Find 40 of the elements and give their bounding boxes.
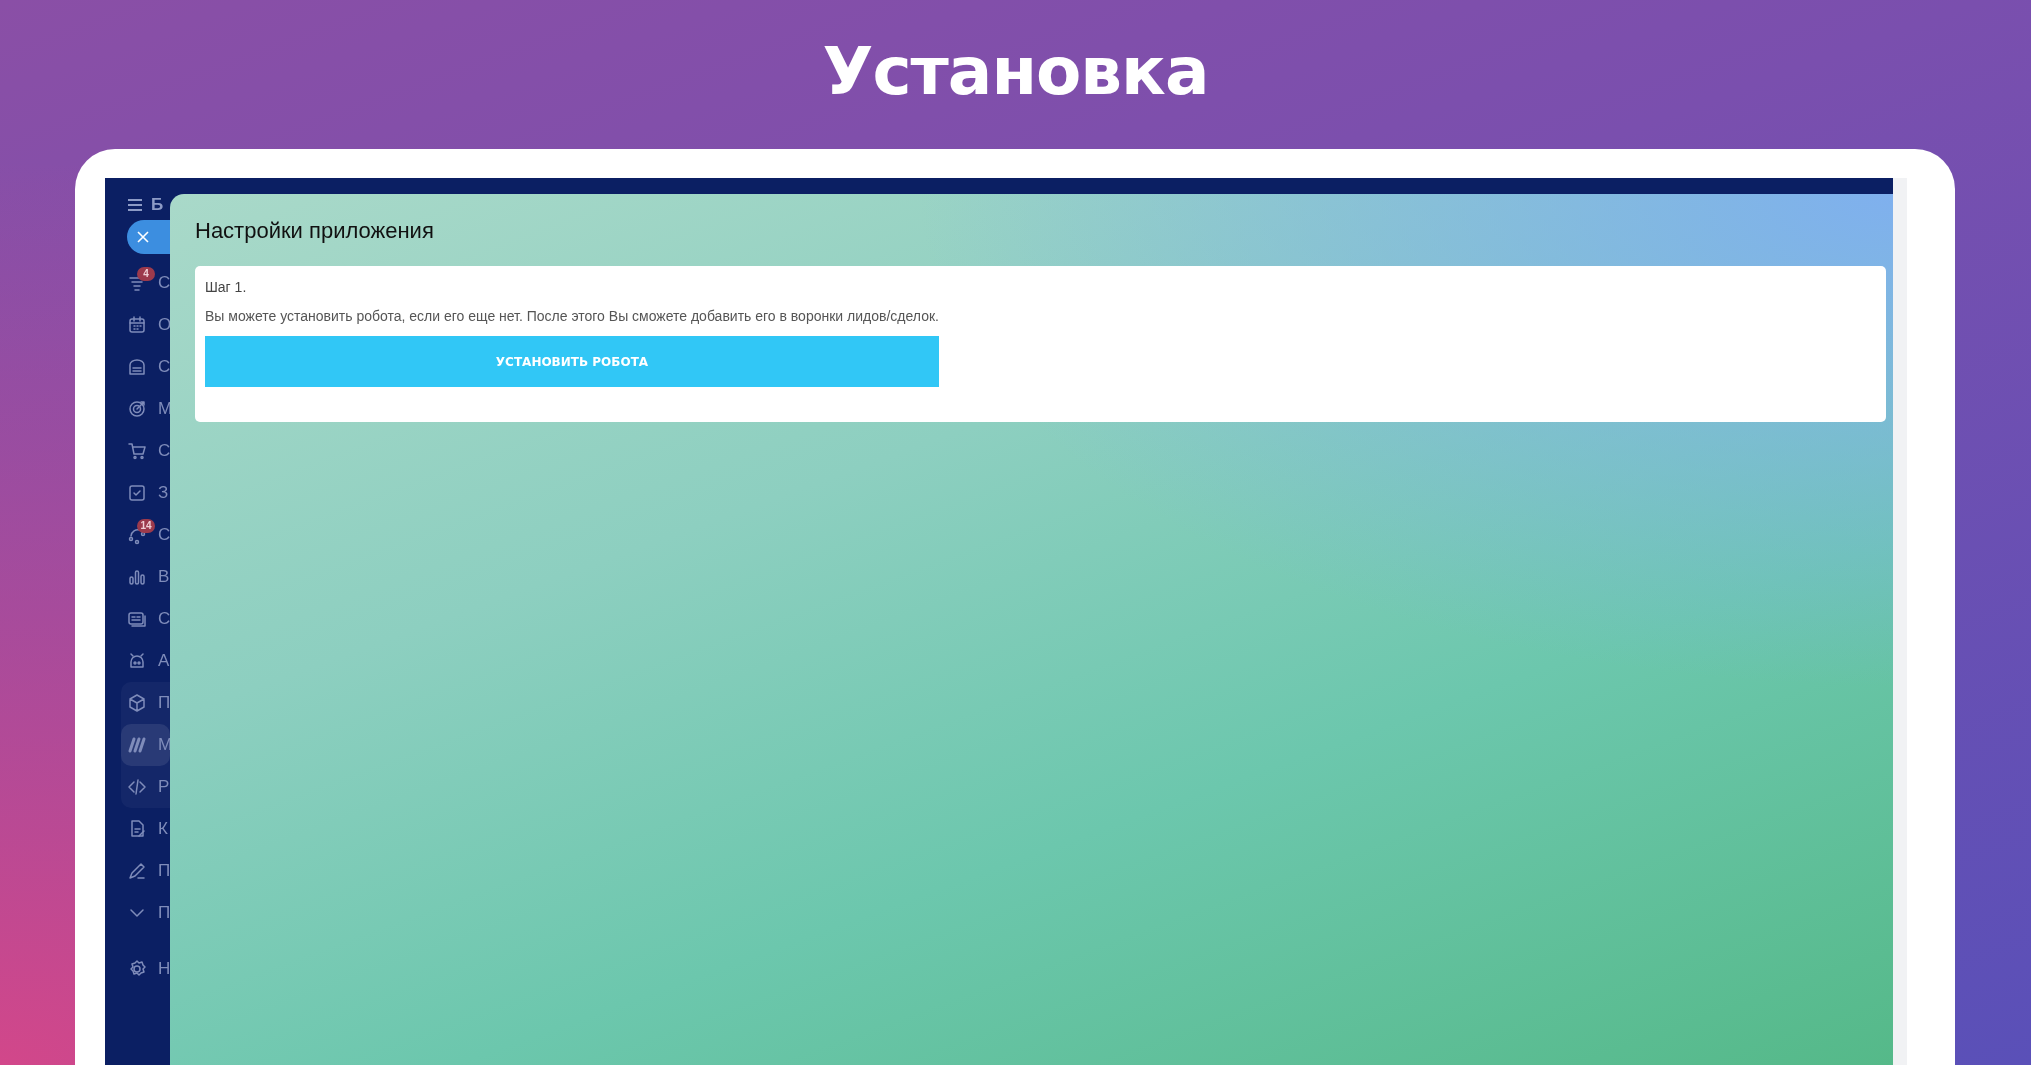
sidebar-item-icon	[127, 315, 147, 335]
sidebar-item[interactable]: П	[105, 850, 170, 892]
sidebar-item[interactable]: К	[105, 808, 170, 850]
sidebar-item[interactable]: С	[105, 430, 170, 472]
sidebar-item-icon	[127, 609, 147, 629]
sidebar-item[interactable]: 4 С	[105, 262, 170, 304]
sidebar-item-icon	[127, 735, 147, 755]
sidebar-item-icon	[127, 441, 147, 461]
sidebar-item[interactable]: 14 С	[105, 514, 170, 556]
sidebar-item[interactable]: М	[105, 388, 170, 430]
close-icon	[137, 231, 149, 243]
sidebar-item[interactable]: Н	[105, 948, 170, 990]
panel-title: Настройки приложения	[195, 218, 434, 244]
brand-name: Б	[151, 195, 164, 215]
sidebar-item-icon	[127, 651, 147, 671]
sidebar-item[interactable]: П	[105, 892, 170, 934]
menu-icon[interactable]	[127, 198, 143, 212]
sidebar-item[interactable]: П	[121, 682, 170, 724]
step-description: Вы можете установить робота, если его еще нет. После этого Вы сможете добавить его в воронки лидов/сделок.	[205, 308, 939, 324]
sidebar-item-icon	[127, 777, 147, 797]
step-heading: Шаг 1.	[205, 279, 247, 295]
sidebar-item[interactable]: В	[105, 556, 170, 598]
sidebar-item[interactable]: М	[121, 724, 170, 766]
sidebar-item[interactable]: С	[105, 598, 170, 640]
sidebar-item[interactable]: А	[105, 640, 170, 682]
close-button[interactable]	[127, 220, 170, 254]
sidebar-item-icon	[127, 959, 147, 979]
sidebar-item[interactable]: О	[105, 304, 170, 346]
sidebar-item[interactable]: С	[105, 346, 170, 388]
sidebar-item-icon	[127, 861, 147, 881]
notification-badge: 14	[137, 519, 155, 533]
sidebar-item-icon	[127, 567, 147, 587]
sidebar-item-icon	[127, 399, 147, 419]
sidebar-item[interactable]: З	[105, 472, 170, 514]
notification-badge: 4	[137, 267, 155, 281]
sidebar-item-icon	[127, 693, 147, 713]
sidebar-item[interactable]: Р	[121, 766, 170, 808]
sidebar-item-icon	[127, 357, 147, 377]
sidebar-item-icon	[127, 483, 147, 503]
page-title: Установка	[822, 33, 1209, 110]
